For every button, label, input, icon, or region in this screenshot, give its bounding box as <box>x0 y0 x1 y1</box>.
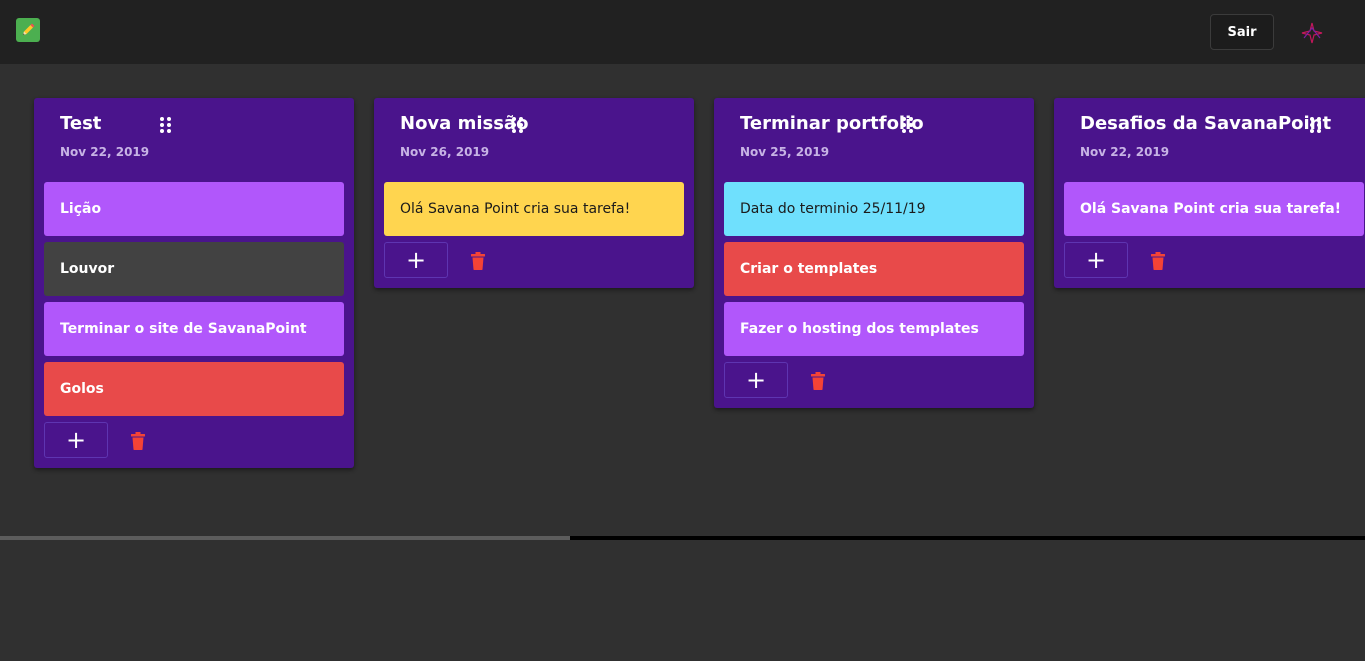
task-card[interactable]: Olá Savana Point cria sua tarefa! <box>384 182 684 236</box>
list-column: Desafios da SavanaPoint Nov 22, 2019 Olá S… <box>1054 98 1365 288</box>
column-actions: + <box>1054 242 1365 278</box>
task-card[interactable]: Terminar o site de SavanaPoint <box>44 302 344 356</box>
add-card-button[interactable]: + <box>724 362 788 398</box>
drag-handle-icon[interactable] <box>160 117 172 133</box>
task-card[interactable]: Olá Savana Point cria sua tarefa! <box>1064 182 1364 236</box>
board: Test Nov 22, 2019 Lição Louvor Terminar o si… <box>0 64 1365 537</box>
task-card[interactable]: Data do terminio 25/11/19 <box>724 182 1024 236</box>
column-actions: + <box>34 422 354 458</box>
plus-icon: + <box>405 246 427 274</box>
list-column: Nova missão Nov 26, 2019 Olá Savana Point … <box>374 98 694 288</box>
add-card-button[interactable]: + <box>44 422 108 458</box>
list-column: Test Nov 22, 2019 Lição Louvor Terminar o si… <box>34 98 354 468</box>
scrollbar-thumb[interactable] <box>0 536 570 540</box>
column-date: Nov 25, 2019 <box>740 145 830 159</box>
task-card[interactable]: Criar o templates <box>724 242 1024 296</box>
horizontal-scrollbar[interactable] <box>0 536 1365 540</box>
plus-icon: + <box>65 426 87 454</box>
trash-icon[interactable] <box>810 372 826 390</box>
trash-icon[interactable] <box>130 432 146 450</box>
column-header: Test Nov 22, 2019 <box>34 98 354 182</box>
column-header: Nova missão Nov 26, 2019 <box>374 98 694 182</box>
task-card[interactable]: Fazer o hosting dos templates <box>724 302 1024 356</box>
column-actions: + <box>374 242 694 278</box>
trash-icon[interactable] <box>1150 252 1166 270</box>
column-title: Terminar portfolio <box>740 113 924 134</box>
column-header: Desafios da SavanaPoint Nov 22, 2019 <box>1054 98 1365 182</box>
column-title: Nova missão <box>400 113 529 134</box>
column-date: Nov 26, 2019 <box>400 145 490 159</box>
top-app-bar: Sair <box>0 0 1365 64</box>
column-title: Test <box>60 113 102 134</box>
pencil-icon[interactable] <box>16 18 40 42</box>
column-date: Nov 22, 2019 <box>60 145 150 159</box>
task-card[interactable]: Golos <box>44 362 344 416</box>
list-column: Terminar portfolio Nov 25, 2019 Data do te… <box>714 98 1034 408</box>
add-card-button[interactable]: + <box>1064 242 1128 278</box>
task-card[interactable]: Lição <box>44 182 344 236</box>
plus-icon: + <box>745 366 767 394</box>
drag-handle-icon[interactable] <box>902 117 914 133</box>
column-title: Desafios da SavanaPoint <box>1080 113 1332 134</box>
drag-handle-icon[interactable] <box>512 117 524 133</box>
drag-handle-icon[interactable] <box>1310 117 1322 133</box>
brand-logo-icon[interactable] <box>1300 22 1324 44</box>
plus-icon: + <box>1085 246 1107 274</box>
column-date: Nov 22, 2019 <box>1080 145 1170 159</box>
trash-icon[interactable] <box>470 252 486 270</box>
column-header: Terminar portfolio Nov 25, 2019 <box>714 98 1034 182</box>
column-actions: + <box>714 362 1034 398</box>
logout-button[interactable]: Sair <box>1210 14 1274 50</box>
task-card[interactable]: Louvor <box>44 242 344 296</box>
add-card-button[interactable]: + <box>384 242 448 278</box>
